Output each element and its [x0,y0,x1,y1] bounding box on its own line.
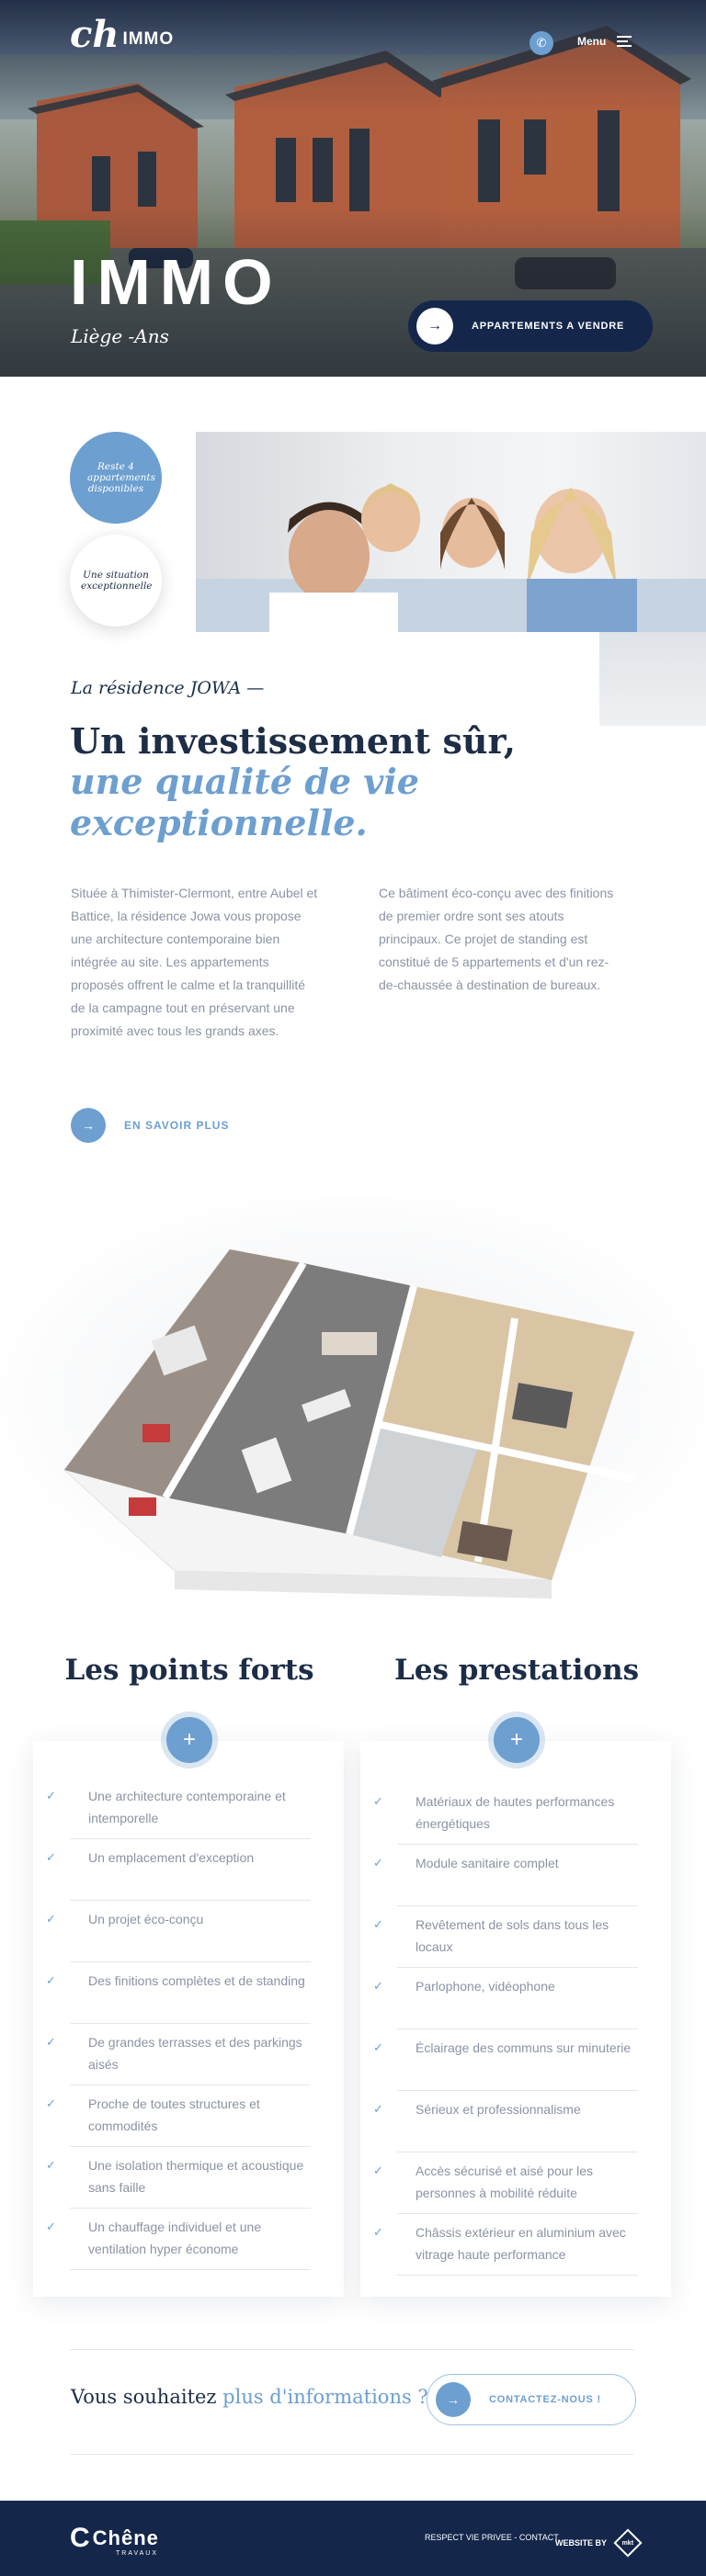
hamburger-icon [617,36,632,47]
learn-more-label: EN SAVOIR PLUS [124,1119,230,1132]
menu-label: Menu [577,35,607,48]
arrow-right-icon: → [416,308,453,345]
footer-brand-tag: TRAVAUX [116,2550,159,2557]
location-badge-text: Une situation exceptionnelle [81,570,153,592]
phone-icon: ✆ [536,36,547,50]
footer-brand: C Chêne [70,2523,159,2554]
service-item: ✓ Sérieux et professionnalisme [373,2091,638,2152]
check-icon: ✓ [373,1794,383,1808]
strengths-card: + ✓ Une architecture contemporaine et int… [33,1717,344,2297]
privacy-contact-link[interactable]: RESPECT VIE PRIVEE - CONTACT [425,2533,559,2542]
contact-us-button[interactable]: → CONTACTEZ-NOUS ! [427,2374,636,2425]
logo-word: IMMO [122,29,175,49]
strength-item: ✓ Proche de toutes structures et commodit… [46,2085,311,2147]
family-photo-extension [599,632,706,726]
contact-question: Vous souhaitez plus d'informations ? [71,2386,428,2408]
check-icon: ✓ [373,1917,383,1931]
check-icon: ✓ [46,1973,56,1987]
contact-us-label: CONTACTEZ-NOUS ! [489,2394,601,2405]
strength-item: ✓ Une architecture contemporaine et intem… [46,1778,311,1839]
service-item: ✓ Éclairage des communs sur minuterie [373,2029,638,2091]
hero-title: IMMO [70,246,282,318]
contact-question-highlight: plus d'informations ? [222,2386,428,2408]
site-logo[interactable]: ch IMMO [70,17,174,53]
site-footer: C Chêne TRAVAUX RESPECT VIE PRIVEE - CON… [0,2501,706,2576]
check-icon: ✓ [46,2035,56,2049]
intro-heading-accent: une qualité de vie exceptionnelle. [70,761,419,843]
family-photo [196,432,706,632]
services-card: + ✓ Matériaux de hautes performances éner… [360,1717,671,2297]
service-item: ✓ Parlophone, vidéophone [373,1968,638,2029]
check-icon: ✓ [373,1979,383,1993]
check-icon: ✓ [373,2040,383,2054]
intro-paragraph-right: Ce bâtiment éco-conçu avec des finitions… [379,886,614,992]
availability-badge: Reste 4 appartements disponibles [70,432,162,524]
check-icon: ✓ [46,1850,56,1864]
divider [70,2349,634,2350]
check-icon: ✓ [373,2225,383,2239]
strengths-title: Les points forts [64,1654,314,1687]
website-by-credit[interactable]: WEBSITE BY mkt [555,2528,643,2558]
strength-item: ✓ De grandes terrasses et des parkings ai… [46,2024,311,2085]
strength-item: ✓ Un emplacement d'exception [46,1839,311,1901]
agency-logo-icon: mkt [613,2528,643,2558]
check-icon: ✓ [46,1789,56,1802]
check-icon: ✓ [46,2096,56,2110]
contact-question-start: Vous souhaitez [71,2386,223,2408]
chene-c-icon: C [70,2523,91,2553]
apartments-for-sale-label: APPARTEMENTS A VENDRE [472,321,625,332]
service-item: ✓ Châssis extérieur en aluminium avec vit… [373,2214,638,2276]
learn-more-link[interactable]: → EN SAVOIR PLUS [71,1108,229,1143]
service-item: ✓ Matériaux de hautes performances énergé… [373,1783,638,1845]
availability-badge-text: Reste 4 appartements disponibles [87,461,155,494]
service-item: ✓ Revêtement de sols dans tous les locaux [373,1906,638,1968]
check-icon: ✓ [373,1856,383,1870]
footer-brand-name: Chêne [92,2526,159,2549]
arrow-right-icon: → [436,2382,471,2417]
plus-icon[interactable]: + [166,1717,212,1763]
services-title: Les prestations [393,1654,640,1687]
check-icon: ✓ [46,2220,56,2233]
strength-item: ✓ Une isolation thermique et acoustique s… [46,2147,311,2209]
menu-toggle[interactable]: Menu [577,35,632,48]
intro-heading: Un investissement sûr, [70,720,516,762]
apartments-for-sale-button[interactable]: → APPARTEMENTS A VENDRE [408,300,653,352]
intro-paragraph-left: Située à Thimister-Clermont, entre Aubel… [71,886,318,1038]
arrow-right-icon: → [71,1108,106,1143]
website-by-label: WEBSITE BY [555,2538,608,2548]
check-icon: ✓ [46,2158,56,2172]
hero-banner: ch IMMO ✆ Menu IMMO Liège -Ans → APPARTE… [0,0,706,377]
plus-icon[interactable]: + [494,1717,540,1763]
divider [70,2454,634,2455]
service-item: ✓ Accès sécurisé et aisé pour les personn… [373,2152,638,2214]
strength-item: ✓ Des finitions complètes et de standing [46,1962,311,2024]
logo-mark: ch [70,13,120,56]
strength-item: ✓ Un chauffage individuel et une ventilat… [46,2209,311,2270]
check-icon: ✓ [373,2102,383,2116]
check-icon: ✓ [46,1912,56,1926]
floorplan-3d-image [0,1194,706,1599]
residence-kicker: La résidence JOWA — [71,678,265,698]
phone-button[interactable]: ✆ [530,31,553,55]
strength-item: ✓ Un projet éco-conçu [46,1901,311,1962]
service-item: ✓ Module sanitaire complet [373,1845,638,1906]
footer-logo[interactable]: C Chêne TRAVAUX [70,2523,159,2557]
location-badge: Une situation exceptionnelle [70,535,162,627]
check-icon: ✓ [373,2164,383,2177]
hero-subtitle: Liège -Ans [71,325,169,347]
